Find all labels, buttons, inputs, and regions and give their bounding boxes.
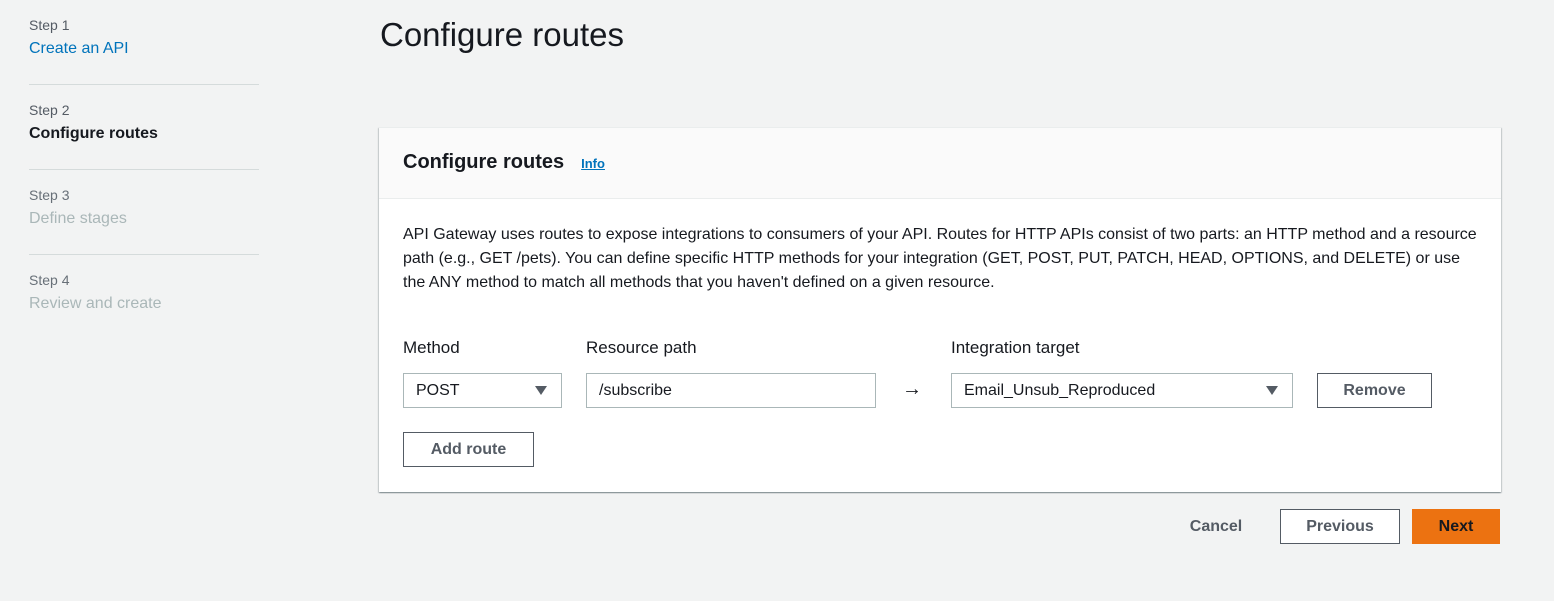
- step-2: Step 2 Configure routes: [29, 85, 259, 170]
- page-title: Configure routes: [380, 16, 624, 53]
- panel-body: API Gateway uses routes to expose integr…: [379, 199, 1501, 295]
- configure-routes-panel: Configure routes Info API Gateway uses r…: [379, 127, 1501, 492]
- previous-button[interactable]: Previous: [1280, 509, 1400, 544]
- caret-down-icon: [1266, 386, 1278, 395]
- method-select[interactable]: POST: [403, 373, 562, 408]
- method-select-value: POST: [416, 381, 460, 399]
- panel-title: Configure routes: [403, 151, 565, 173]
- step-review-create: Review and create: [29, 295, 162, 312]
- resource-path-value: /subscribe: [599, 381, 672, 399]
- resource-path-input[interactable]: /subscribe: [586, 373, 876, 408]
- panel-header: Configure routes Info: [379, 128, 1501, 199]
- caret-down-icon: [535, 386, 547, 395]
- integration-target-label: Integration target: [951, 338, 1080, 357]
- step-4: Step 4 Review and create: [29, 255, 259, 340]
- right-arrow-icon: →: [902, 378, 922, 400]
- next-button[interactable]: Next: [1412, 509, 1500, 544]
- panel-description: API Gateway uses routes to expose integr…: [403, 226, 1477, 291]
- step-link-create-api[interactable]: Create an API: [29, 39, 259, 59]
- remove-route-button[interactable]: Remove: [1317, 373, 1432, 408]
- wizard-steps: Step 1 Create an API Step 2 Configure ro…: [29, 0, 259, 340]
- step-number: Step 3: [29, 187, 70, 203]
- step-1: Step 1 Create an API: [29, 0, 259, 85]
- step-number: Step 1: [29, 17, 70, 33]
- resource-path-label: Resource path: [586, 338, 697, 357]
- step-current-configure-routes: Configure routes: [29, 125, 158, 142]
- info-link[interactable]: Info: [581, 156, 605, 171]
- step-number: Step 4: [29, 272, 70, 288]
- add-route-button[interactable]: Add route: [403, 432, 534, 467]
- integration-target-value: Email_Unsub_Reproduced: [964, 381, 1156, 399]
- step-define-stages: Define stages: [29, 210, 127, 227]
- step-number: Step 2: [29, 102, 70, 118]
- cancel-button[interactable]: Cancel: [1170, 509, 1262, 544]
- method-label: Method: [403, 338, 460, 357]
- integration-target-select[interactable]: Email_Unsub_Reproduced: [951, 373, 1293, 408]
- step-3: Step 3 Define stages: [29, 170, 259, 255]
